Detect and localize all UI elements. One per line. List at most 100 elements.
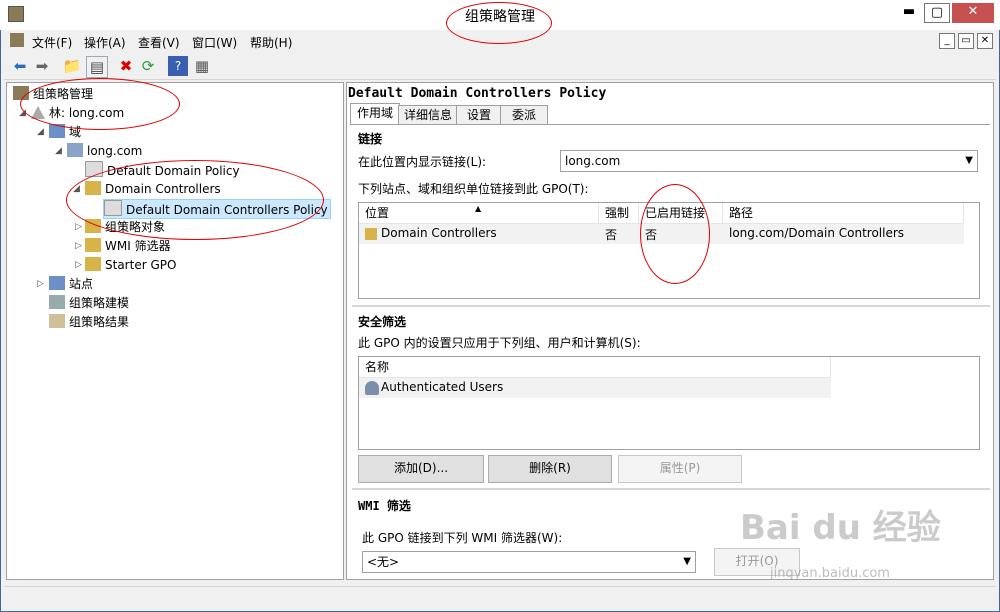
tab-details[interactable]: 详细信息 [398,105,458,125]
mdi-minimize-button[interactable]: _ [939,33,955,49]
menu-action[interactable]: 操作(A) [84,34,126,51]
tree-item-label: 组策略对象 [105,220,166,234]
properties-button[interactable]: 属性(P) [618,455,742,483]
console-tree: 组策略管理 ◢ 林: long.com ◢ 域 ◢ long.com Defau… [6,82,344,580]
tree-item-sites[interactable]: 站点 [49,275,93,293]
tree-item-root[interactable]: 组策略管理 [13,85,93,103]
sort-arrow-icon: ▲ [475,204,482,213]
collapse-arrow-icon[interactable]: ◢ [55,146,62,156]
users-group-icon [365,381,379,395]
properties-icon[interactable]: ▦ [192,56,212,76]
collapse-arrow-icon[interactable]: ◢ [73,184,80,194]
security-list[interactable]: 名称 Authenticated Users [358,356,980,450]
row-path: long.com/Domain Controllers [729,226,905,240]
menu-file[interactable]: 文件(F) [32,34,72,51]
tree-item-default-domain-policy[interactable]: Default Domain Policy [85,161,240,179]
close-button[interactable]: ✕ [952,3,994,23]
tab-settings[interactable]: 设置 [456,105,502,125]
tree-item-label: WMI 筛选器 [105,239,171,253]
tree-item-wmi-filters[interactable]: WMI 筛选器 [85,237,171,255]
help-icon[interactable]: ? [168,56,188,76]
col-location[interactable]: 位置 ▲ [359,203,599,223]
ou-folder-icon [365,228,377,240]
col-name[interactable]: 名称 [359,357,831,377]
expand-arrow-icon[interactable]: ▷ [37,279,44,289]
tree-item-label: Default Domain Controllers Policy [126,203,328,217]
section-separator [352,488,990,490]
tree-item-default-dc-policy[interactable]: Default Domain Controllers Policy [103,199,331,219]
links-table[interactable]: 位置 ▲ 强制 已启用链接 路径 Domain Controllers 否 否 l… [358,202,980,299]
refresh-icon[interactable]: ⟳ [138,56,158,76]
security-desc: 此 GPO 内的设置只应用于下列组、用户和计算机(S): [358,336,641,350]
collapse-arrow-icon[interactable]: ◢ [19,108,26,118]
section-separator [352,305,990,307]
tree-item-label: 组策略建模 [69,296,130,310]
maximize-button[interactable]: ▢ [924,3,950,23]
menu-help[interactable]: 帮助(H) [250,34,292,51]
tree-item-label: long.com [87,144,143,158]
window-title: 组策略管理 [465,9,535,25]
linked-list-label: 下列站点、域和组织单位链接到此 GPO(T): [358,182,589,196]
dropdown-value: <无> [367,555,400,569]
modeling-icon [49,295,65,309]
remove-button[interactable]: 删除(R) [488,455,612,483]
tree-item-domains[interactable]: 域 [49,123,81,141]
sites-icon [49,276,65,290]
tree-item-label: Domain Controllers [105,182,221,196]
col-enforced[interactable]: 强制 [599,203,639,223]
domain-icon [67,143,83,157]
minimize-button[interactable]: ▬ [896,3,922,23]
list-item[interactable]: Authenticated Users [359,378,831,398]
wmi-filter-dropdown[interactable]: <无> ▼ [362,551,696,573]
tree-item-modeling[interactable]: 组策略建模 [49,294,129,312]
expand-arrow-icon[interactable]: ▷ [75,241,82,251]
gpo-link-icon [85,161,103,177]
tree-item-domain[interactable]: long.com [67,142,142,160]
mdi-close-button[interactable]: ✕ [977,33,993,49]
table-row[interactable]: Domain Controllers 否 否 long.com/Domain C… [359,224,964,244]
folder-icon [85,219,101,233]
security-heading: 安全筛选 [358,315,407,329]
show-hide-tree-icon[interactable]: ▤ [86,56,108,78]
wmi-desc: 此 GPO 链接到下列 WMI 筛选器(W): [362,531,563,545]
chevron-down-icon: ▼ [683,556,691,567]
tab-divider [350,124,990,125]
col-link-enabled[interactable]: 已启用链接 [639,203,723,223]
chevron-down-icon: ▼ [965,155,973,166]
results-icon [49,314,65,328]
show-links-label: 在此位置内显示链接(L): [358,155,487,169]
gpo-title: Default Domain Controllers Policy [348,86,607,101]
menu-view[interactable]: 查看(V) [138,34,180,51]
domains-icon [49,124,65,138]
folder-icon [85,257,101,271]
tab-scope[interactable]: 作用域 [350,103,400,125]
tree-item-label: Default Domain Policy [107,164,240,178]
menu-window[interactable]: 窗口(W) [192,34,237,51]
list-item-label: Authenticated Users [381,380,504,394]
column-label: 位置 [365,206,390,220]
row-link-enabled: 否 [645,228,658,242]
tree-item-label: 林: long.com [49,106,125,120]
tree-item-starter-gpo[interactable]: Starter GPO [85,256,176,274]
up-folder-icon[interactable]: 📁 [62,56,82,76]
back-arrow-icon[interactable]: ⬅ [10,56,30,76]
collapse-arrow-icon[interactable]: ◢ [37,127,44,137]
tree-item-label: 组策略结果 [69,315,130,329]
tree-item-gpo-objects[interactable]: 组策略对象 [85,218,165,236]
expand-arrow-icon[interactable]: ▷ [75,260,82,270]
tree-item-label: 域 [69,125,82,139]
delete-icon[interactable]: ✖ [116,56,136,76]
status-bar [4,586,996,608]
col-path[interactable]: 路径 [723,203,964,223]
tree-item-forest[interactable]: 林: long.com [31,104,124,122]
tree-item-domain-controllers[interactable]: Domain Controllers [85,180,221,198]
expand-arrow-icon[interactable]: ▷ [75,222,82,232]
forward-arrow-icon[interactable]: ➡ [32,56,52,76]
toolbar: ⬅ ➡ 📁 ▤ ✖ ⟳ ? ▦ [4,52,996,80]
tab-delegation[interactable]: 委派 [500,105,548,125]
baidu-watermark-url: jingyan.baidu.com [770,566,890,581]
tree-item-results[interactable]: 组策略结果 [49,313,129,331]
add-button[interactable]: 添加(D)... [358,455,484,483]
show-links-dropdown[interactable]: long.com ▼ [560,150,978,172]
mdi-restore-button[interactable]: ▭ [958,33,974,49]
